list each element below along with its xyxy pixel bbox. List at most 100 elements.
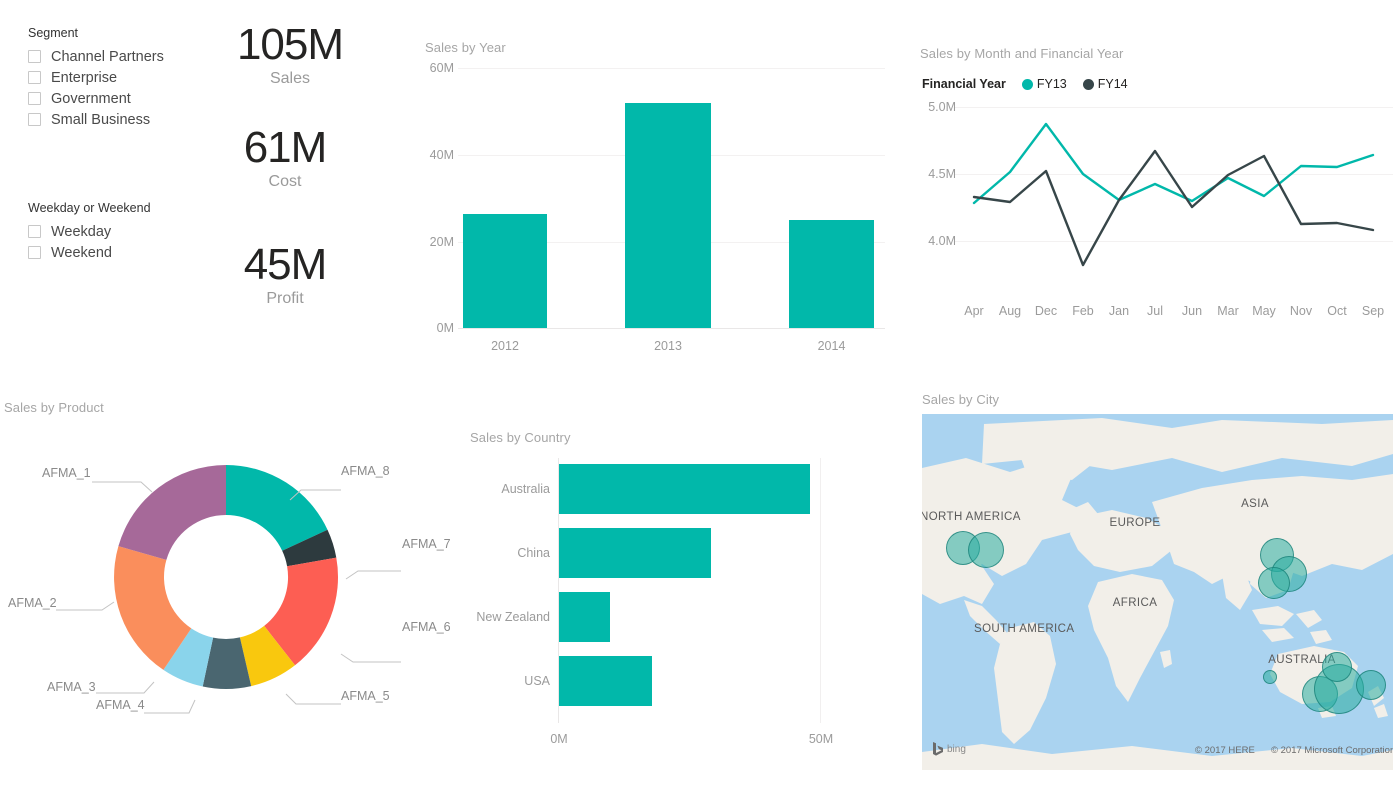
chart-sales-by-country[interactable]: Sales by Country Australia China New Zea… [470, 430, 870, 760]
bar-china[interactable] [559, 528, 711, 578]
donut-label-afma-1: AFMA_1 [42, 466, 91, 480]
donut-label-afma-8: AFMA_8 [341, 464, 390, 478]
bar-2014[interactable] [789, 220, 874, 328]
map-bubble[interactable] [1322, 652, 1352, 682]
y-tick-label: China [517, 546, 550, 560]
x-tick-label: Dec [1034, 304, 1058, 318]
chart-sales-by-city[interactable]: Sales by City NORTH AMERICA SOUTH AMERIC… [922, 392, 1395, 772]
map-bubble[interactable] [1263, 670, 1277, 684]
x-tick-label: Sep [1361, 304, 1385, 318]
x-tick-label: May [1252, 304, 1276, 318]
continent-label-text: EUROPE [1109, 517, 1161, 529]
kpi-card-cost: 61M Cost [200, 125, 370, 191]
slicer-item-small-business[interactable]: Small Business [28, 109, 218, 130]
slicer-segment-title: Segment [28, 26, 79, 40]
dashboard-canvas: Segment Channel Partners Enterprise Gove… [0, 0, 1400, 788]
chart-sales-by-product[interactable]: Sales by Product AFMA_8 AFMA_7 AFMA_6 AF… [4, 400, 454, 730]
slicer-item-weekday[interactable]: Weekday [28, 221, 218, 242]
bing-icon [933, 742, 943, 756]
slicer-item-government[interactable]: Government [28, 88, 218, 109]
x-tick-label: Apr [964, 304, 984, 318]
map-canvas[interactable]: NORTH AMERICA SOUTH AMERICA EUROPE AFRIC… [922, 414, 1393, 770]
donut-label-afma-5: AFMA_5 [341, 689, 390, 703]
map-attribution-microsoft: © 2017 Microsoft Corporation [1271, 745, 1393, 756]
checkbox-icon[interactable] [28, 225, 41, 238]
slicer-item-enterprise[interactable]: Enterprise [28, 67, 218, 88]
chart-title: Sales by City [922, 392, 1000, 407]
map-label-south-america: SOUTH AMERICA [974, 622, 1074, 636]
checkbox-icon[interactable] [28, 246, 41, 259]
bing-logo[interactable]: bing [932, 742, 966, 756]
x-tick-label: Feb [1072, 304, 1094, 318]
slicer-item-label: Weekday [51, 223, 112, 240]
continent-label-text: NORTH AMERICA [922, 511, 1021, 523]
slicer-item-channel-partners[interactable]: Channel Partners [28, 46, 218, 67]
y-tick-label: Australia [501, 482, 550, 496]
map-label-africa: AFRICA [1090, 597, 1180, 609]
y-tick-label: USA [524, 674, 550, 688]
slicer-weekday-or-weekend[interactable]: Weekday or Weekend Weekday Weekend [28, 201, 218, 263]
series-line-fy13[interactable] [972, 122, 1375, 205]
y-tick-label: 40M [429, 148, 454, 162]
slicer-item-label: Government [51, 90, 131, 107]
bar-2012[interactable] [463, 214, 547, 328]
continent-label-text: SOUTH AMERICA [974, 623, 1075, 635]
gridline [820, 458, 821, 723]
chart-title: Sales by Country [470, 430, 571, 445]
bar-new-zealand[interactable] [559, 592, 610, 642]
chart-title: Sales by Year [425, 40, 506, 55]
line-chart-plot [972, 122, 1375, 267]
map-bubble[interactable] [968, 532, 1004, 568]
y-tick-label: 60M [429, 61, 454, 75]
donut-plot [56, 465, 401, 714]
y-tick-label: New Zealand [476, 610, 550, 624]
bar-australia[interactable] [559, 464, 810, 514]
series-line-fy14[interactable] [972, 149, 1375, 267]
y-tick-label: 0M [436, 321, 454, 335]
gridline [458, 68, 885, 69]
slicer-weekday-title: Weekday or Weekend [28, 201, 151, 215]
x-tick-label: 50M [808, 732, 834, 746]
kpi-card-profit: 45M Profit [200, 242, 370, 308]
bing-label: bing [947, 743, 966, 755]
x-tick-label: Nov [1289, 304, 1313, 318]
bar-2013[interactable] [625, 103, 711, 328]
donut-slice-afma-1[interactable] [118, 465, 226, 560]
x-tick-label: Oct [1327, 304, 1347, 318]
map-landmasses [922, 414, 1393, 770]
slicer-item-weekend[interactable]: Weekend [28, 242, 218, 263]
donut-label-afma-7: AFMA_7 [402, 537, 451, 551]
x-tick-label: 0M [550, 732, 568, 746]
map-bubble[interactable] [1356, 670, 1386, 700]
slicer-item-label: Enterprise [51, 69, 118, 86]
slicer-segment[interactable]: Segment Channel Partners Enterprise Gove… [28, 26, 218, 130]
x-tick-label: Jul [1147, 304, 1163, 318]
checkbox-icon[interactable] [28, 50, 41, 63]
chart-sales-by-year[interactable]: Sales by Year 60M 40M 20M 0M 2012 2013 2… [425, 40, 885, 365]
map-label-north-america: NORTH AMERICA [922, 510, 1020, 524]
donut-label-afma-2: AFMA_2 [8, 596, 57, 610]
chart-sales-by-month-and-financial-year[interactable]: Sales by Month and Financial Year Financ… [920, 46, 1395, 336]
donut-label-afma-6: AFMA_6 [402, 620, 451, 634]
kpi-label: Profit [266, 290, 304, 307]
checkbox-icon[interactable] [28, 71, 41, 84]
x-tick-label: Jan [1108, 304, 1130, 318]
map-label-asia: ASIA [1210, 498, 1300, 510]
map-label-europe: EUROPE [1090, 517, 1180, 529]
x-tick-label: Jun [1181, 304, 1203, 318]
kpi-label: Cost [268, 173, 302, 190]
kpi-card-sales: 105M Sales [205, 22, 375, 88]
x-tick-label: 2014 [817, 339, 846, 353]
kpi-value: 105M [236, 20, 344, 69]
checkbox-icon[interactable] [28, 113, 41, 126]
donut-label-afma-4: AFMA_4 [96, 698, 145, 712]
kpi-value: 61M [243, 123, 328, 172]
kpi-value: 45M [243, 240, 328, 289]
slicer-item-label: Small Business [51, 111, 151, 128]
bar-usa[interactable] [559, 656, 652, 706]
donut-label-afma-3: AFMA_3 [47, 680, 96, 694]
x-tick-label: 2012 [491, 339, 519, 353]
map-bubble[interactable] [1258, 567, 1290, 599]
continent-label-text: ASIA [1241, 498, 1269, 510]
checkbox-icon[interactable] [28, 92, 41, 105]
